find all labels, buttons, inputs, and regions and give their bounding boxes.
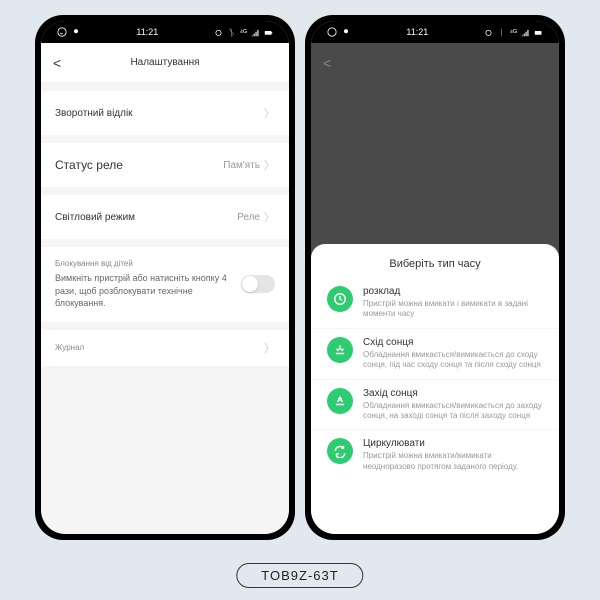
pin-icon (71, 27, 81, 37)
battery-icon (264, 28, 273, 37)
alarm-icon (214, 28, 223, 37)
journal-label: Журнал (55, 343, 84, 352)
row-label: Статус реле (55, 158, 123, 172)
row-light-mode[interactable]: Світловий режим Реле 〉 (41, 195, 289, 239)
product-code: TOB9Z-63T (236, 563, 363, 588)
app-bar: < Налаштування (41, 43, 289, 83)
alarm-icon (484, 28, 493, 37)
time-type-sheet: Виберіть тип часу розклад Пристрій можна… (311, 244, 559, 534)
page-title: Налаштування (41, 57, 289, 68)
whatsapp-icon (57, 27, 67, 37)
option-desc: Пристрій можна вмикати/вимикати неоднора… (363, 451, 543, 472)
row-countdown[interactable]: Зворотний відлік 〉 (41, 91, 289, 135)
phone-time-type: 11:21 ⁴ᴳ < Виберіть тип часу (305, 15, 565, 540)
option-sunset[interactable]: Захід сонця Обладнання вмикається/вимика… (311, 380, 559, 431)
network-icon: ⁴ᴳ (510, 28, 517, 37)
option-schedule[interactable]: розклад Пристрій можна вмикати і вимикат… (311, 278, 559, 329)
lock-description: Вимкніть пристрій або натисніть кнопку 4… (55, 272, 235, 310)
pin-icon (341, 27, 351, 37)
sunrise-icon (327, 337, 353, 363)
cycle-icon (327, 438, 353, 464)
network-icon: ⁴ᴳ (240, 28, 247, 37)
option-title: Циркулювати (363, 438, 543, 449)
battery-icon (534, 28, 543, 37)
sheet-title: Виберіть тип часу (311, 258, 559, 270)
option-desc: Пристрій можна вмикати і вимикати в зада… (363, 299, 543, 320)
whatsapp-icon (327, 27, 337, 37)
option-title: розклад (363, 286, 543, 297)
status-bar: 11:21 ⁴ᴳ (311, 21, 559, 43)
row-value: Пам'ять (223, 160, 260, 171)
phone-settings: 11:21 ⁴ᴳ < Налаштування Зворотний відлік… (35, 15, 295, 540)
chevron-right-icon: 〉 (264, 157, 275, 173)
signal-icon (521, 28, 530, 37)
status-time: 11:21 (406, 27, 428, 37)
row-journal[interactable]: Журнал 〉 (41, 330, 289, 366)
option-desc: Обладнання вмикається/вимикається до зах… (363, 401, 543, 422)
child-lock-toggle[interactable] (241, 275, 275, 293)
row-label: Зворотний відлік (55, 108, 133, 119)
option-title: Схід сонця (363, 337, 543, 348)
bluetooth-icon (497, 28, 506, 37)
status-bar: 11:21 ⁴ᴳ (41, 21, 289, 43)
lock-heading: Блокування від дітей (55, 259, 235, 268)
chevron-right-icon: 〉 (264, 105, 275, 121)
row-child-lock: Блокування від дітей Вимкніть пристрій а… (41, 247, 289, 322)
option-desc: Обладнання вмикається/вимикається до схо… (363, 350, 543, 371)
back-button: < (323, 55, 331, 71)
row-label: Світловий режим (55, 212, 135, 223)
app-bar-dimmed: < (311, 43, 559, 83)
chevron-right-icon: 〉 (264, 340, 275, 356)
sunset-icon (327, 388, 353, 414)
clock-icon (327, 286, 353, 312)
option-cycle[interactable]: Циркулювати Пристрій можна вмикати/вимик… (311, 430, 559, 480)
option-title: Захід сонця (363, 388, 543, 399)
chevron-right-icon: 〉 (264, 209, 275, 225)
signal-icon (251, 28, 260, 37)
row-value: Реле (237, 212, 260, 223)
bluetooth-icon (227, 28, 236, 37)
status-time: 11:21 (136, 27, 158, 37)
row-relay-status[interactable]: Статус реле Пам'ять 〉 (41, 143, 289, 187)
option-sunrise[interactable]: Схід сонця Обладнання вмикається/вимикає… (311, 329, 559, 380)
